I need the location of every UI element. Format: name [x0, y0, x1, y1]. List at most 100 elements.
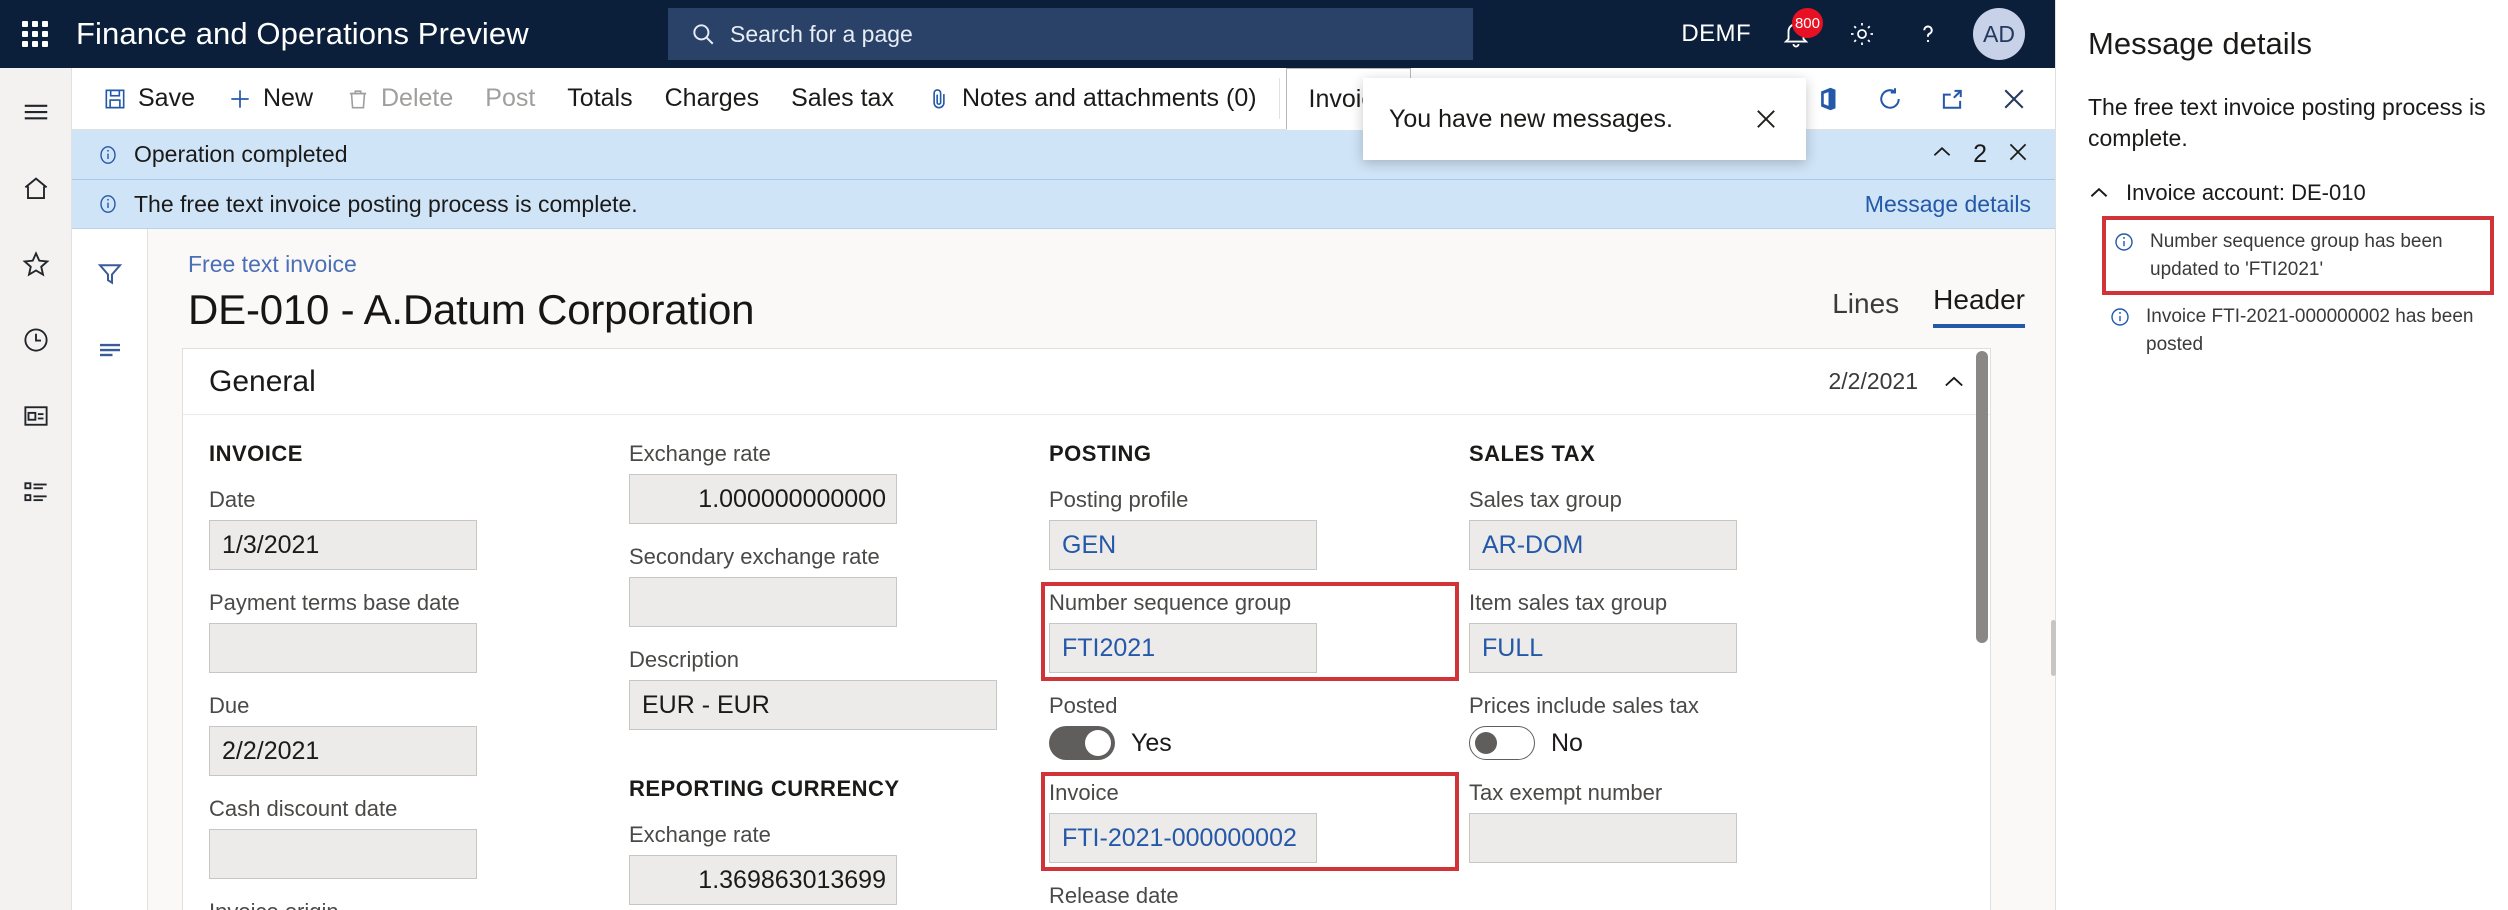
totals-button[interactable]: Totals [551, 68, 648, 129]
form-scrollbar[interactable] [1976, 351, 1988, 910]
star-icon[interactable] [10, 238, 62, 290]
group-heading-invoice: INVOICE [209, 441, 303, 466]
save-button[interactable]: Save [86, 68, 211, 129]
toast-close-icon[interactable] [1752, 105, 1780, 133]
general-fasttab-summary: 2/2/2021 [1828, 368, 1968, 396]
search-input[interactable]: Search for a page [668, 8, 1473, 60]
close-icon[interactable] [1983, 68, 2045, 130]
field-description-label: Description [629, 647, 740, 672]
toast-text: You have new messages. [1389, 104, 1673, 133]
field-invoice-origin: Invoice origin [209, 899, 611, 910]
message-bar-close-icon[interactable] [2005, 139, 2031, 170]
app-launcher-icon[interactable] [18, 17, 52, 51]
field-exchange-rate-label: Exchange rate [629, 441, 771, 466]
general-fasttab-header[interactable]: General 2/2/2021 [183, 349, 1990, 415]
charges-button[interactable]: Charges [649, 68, 776, 129]
sales-tax-label: Sales tax [791, 84, 894, 112]
column-invoice: INVOICE Date 1/3/2021 Payment terms base… [209, 441, 629, 910]
hamburger-icon[interactable] [10, 86, 62, 138]
gear-icon[interactable] [1829, 0, 1895, 68]
topbar-actions: DEMF 800 AD [1669, 0, 2037, 68]
workspace-icon[interactable] [10, 390, 62, 442]
chevron-up-icon[interactable] [2086, 180, 2112, 206]
app-body: Save New Delete Post Totals Charges Sale… [0, 68, 2055, 910]
view-tab-lines[interactable]: Lines [1832, 288, 1899, 328]
lines-icon[interactable] [86, 329, 134, 371]
prices-include-sales-tax-toggle-row: No [1469, 726, 1871, 760]
breadcrumb-link[interactable]: Free text invoice [188, 251, 1832, 278]
notes-and-attachments-button[interactable]: Notes and attachments (0) [910, 68, 1273, 129]
avatar[interactable]: AD [1961, 0, 2037, 68]
posting-profile-input[interactable]: GEN [1049, 520, 1317, 570]
avatar-initials: AD [1973, 8, 2025, 60]
clock-icon[interactable] [10, 314, 62, 366]
navigation-rail [0, 68, 72, 910]
toast-notification: You have new messages. [1363, 78, 1806, 160]
trash-icon [345, 86, 371, 112]
field-secondary-exchange-rate-label: Secondary exchange rate [629, 544, 880, 569]
posted-toggle[interactable] [1049, 726, 1115, 760]
page-body: Free text invoice DE-010 - A.Datum Corpo… [72, 229, 2055, 910]
general-fasttab-title: General [209, 364, 316, 398]
field-payment-terms-base-date: Payment terms base date [209, 590, 611, 673]
new-button[interactable]: New [211, 68, 329, 129]
due-input[interactable]: 2/2/2021 [209, 726, 477, 776]
save-label: Save [138, 84, 195, 112]
posted-toggle-row: Yes [1049, 726, 1451, 760]
sales-tax-group-input[interactable]: AR-DOM [1469, 520, 1737, 570]
message-details-group[interactable]: Invoice account: DE-010 [2056, 154, 2508, 206]
column-sales-tax: SALES TAX Sales tax group AR-DOM Item sa… [1469, 441, 1889, 910]
invoice-number-input[interactable]: FTI-2021-000000002 [1049, 813, 1317, 863]
date-input[interactable]: 1/3/2021 [209, 520, 477, 570]
save-icon [102, 86, 128, 112]
cash-discount-date-input[interactable] [209, 829, 477, 879]
chevron-up-icon[interactable] [1940, 368, 1968, 396]
message-bar-text-detail: The free text invoice posting process is… [134, 190, 638, 217]
description-input[interactable]: EUR - EUR [629, 680, 997, 730]
prices-include-sales-tax-toggle[interactable] [1469, 726, 1535, 760]
field-payment-terms-base-date-label: Payment terms base date [209, 590, 460, 615]
field-tax-exempt-number-label: Tax exempt number [1469, 780, 1663, 805]
search-placeholder: Search for a page [730, 20, 913, 47]
company-selector[interactable]: DEMF [1669, 0, 1763, 68]
refresh-icon[interactable] [1859, 68, 1921, 130]
secondary-exchange-rate-input[interactable] [629, 577, 897, 627]
open-in-new-window-icon[interactable] [1921, 68, 1983, 130]
new-label: New [262, 84, 313, 112]
home-icon[interactable] [10, 162, 62, 214]
view-tab-header[interactable]: Header [1933, 284, 2025, 328]
field-posted-label: Posted [1049, 693, 1118, 718]
exchange-rate-input[interactable]: 1.000000000000 [629, 474, 897, 524]
field-reporting-exchange-rate: Exchange rate 1.369863013699 [629, 822, 1031, 905]
office-icon[interactable] [1797, 68, 1859, 130]
group-heading-sales-tax: SALES TAX [1469, 441, 1596, 466]
info-icon [96, 192, 120, 216]
top-navigation-bar: Finance and Operations Preview Search fo… [0, 0, 2055, 68]
help-icon[interactable] [1895, 0, 1961, 68]
application-window: Finance and Operations Preview Search fo… [0, 0, 2508, 910]
message-details-link[interactable]: Message details [1865, 191, 2031, 218]
notifications-button[interactable]: 800 [1763, 0, 1829, 68]
tax-exempt-number-input[interactable] [1469, 813, 1737, 863]
payment-terms-base-date-input[interactable] [209, 623, 477, 673]
filter-icon[interactable] [86, 253, 134, 295]
totals-label: Totals [567, 84, 633, 112]
message-details-item-text: Invoice FTI-2021-000000002 has been post… [2146, 306, 2474, 355]
message-details-items: Number sequence group has been updated t… [2056, 206, 2508, 366]
chevron-up-icon[interactable] [1929, 139, 1955, 170]
field-cash-discount-date: Cash discount date [209, 796, 611, 879]
sales-tax-button[interactable]: Sales tax [775, 68, 910, 129]
posted-toggle-value: Yes [1131, 728, 1172, 757]
message-details-item: Number sequence group has been updated t… [2102, 216, 2494, 296]
field-release-date-label: Release date [1049, 883, 1179, 908]
field-invoice-number-label: Invoice [1049, 780, 1119, 805]
item-sales-tax-group-input[interactable]: FULL [1469, 623, 1737, 673]
list-icon[interactable] [10, 466, 62, 518]
panel-splitter-handle[interactable] [2051, 620, 2056, 676]
number-sequence-group-input[interactable]: FTI2021 [1049, 623, 1317, 673]
message-details-group-label: Invoice account: DE-010 [2126, 180, 2366, 206]
message-bar-controls: 2 [1929, 139, 2031, 170]
field-posting-profile-label: Posting profile [1049, 487, 1189, 512]
field-item-sales-tax-group-label: Item sales tax group [1469, 590, 1668, 615]
reporting-exchange-rate-input[interactable]: 1.369863013699 [629, 855, 897, 905]
